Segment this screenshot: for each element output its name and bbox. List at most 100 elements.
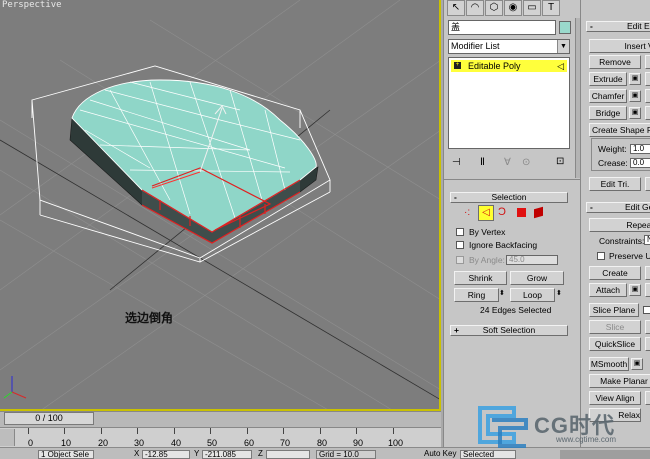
repeat-last-button[interactable]: Repeat l	[589, 218, 650, 232]
viewport-caption: 选边倒角	[125, 311, 174, 325]
hierarchy-tab-icon[interactable]: ⬡	[485, 0, 503, 16]
by-angle-label: By Angle:	[469, 255, 505, 265]
constraints-dropdown[interactable]: N	[644, 235, 650, 245]
ring-button[interactable]: Ring	[454, 288, 499, 302]
command-panel: ↖ ◠ ⬡ ◉ ▭ T 盖 Modifier List ▼ + Editable…	[443, 0, 581, 447]
grow-button[interactable]: Grow	[510, 271, 564, 285]
edit-tri-button[interactable]: Edit Tri.	[589, 177, 641, 191]
chamfer-settings-icon[interactable]: ▣	[629, 90, 641, 102]
perspective-viewport[interactable]: Perspective 选边倒角	[0, 0, 441, 411]
object-name-field[interactable]: 盖	[448, 20, 556, 35]
modify-tab-icon[interactable]: ◠	[466, 0, 484, 16]
quickslice-button[interactable]: QuickSlice	[589, 337, 641, 351]
msmooth-button[interactable]: MSmooth	[589, 357, 629, 371]
cgtime-logo	[478, 406, 528, 448]
viewport-scene	[0, 0, 439, 409]
chamfer-button[interactable]: Chamfer	[589, 89, 627, 103]
detach-button[interactable]	[645, 283, 650, 297]
by-vertex-checkbox[interactable]	[456, 228, 464, 236]
bridge-settings-icon[interactable]: ▣	[629, 107, 641, 119]
utilities-tab-icon[interactable]: T	[542, 0, 560, 16]
create-shape-button[interactable]: Create Shape Fro	[589, 123, 650, 137]
attach-settings-icon[interactable]: ▣	[629, 284, 641, 296]
collapse-icon: -	[454, 192, 457, 202]
create-button[interactable]: Create	[589, 266, 641, 280]
command-panel-right: - Edit Ed Insert Ve Remove Extrude ▣ Cha…	[580, 0, 650, 447]
split-checkbox[interactable]	[643, 306, 650, 314]
reset-plane-button[interactable]	[645, 320, 650, 334]
open-curve-editor-icon[interactable]	[0, 429, 15, 446]
vertex-level-icon[interactable]: ·:	[464, 207, 470, 218]
make-planar-button[interactable]: Make Planar	[589, 374, 650, 388]
split-button[interactable]	[645, 55, 650, 69]
ignore-backfacing-checkbox[interactable]	[456, 241, 464, 249]
constraints-label: Constraints:	[599, 236, 645, 246]
preserve-uvs-label: Preserve UV	[609, 251, 650, 261]
by-vertex-label: By Vertex	[469, 227, 506, 237]
target-weld-button[interactable]	[645, 89, 650, 103]
extrude-settings-icon[interactable]: ▣	[629, 73, 641, 85]
ignore-backfacing-label: Ignore Backfacing	[469, 240, 538, 250]
attach-button[interactable]: Attach	[589, 283, 627, 297]
shrink-button[interactable]: Shrink	[454, 271, 507, 285]
stack-item-label: Editable Poly	[468, 61, 521, 71]
expand-icon[interactable]: +	[454, 62, 461, 69]
remove-button[interactable]: Remove	[589, 55, 641, 69]
by-angle-spinner[interactable]: 45.0	[506, 255, 558, 265]
selection-status: 24 Edges Selected	[480, 305, 552, 315]
bridge-button[interactable]: Bridge	[589, 106, 627, 120]
edit-geometry-title: Edit Geor	[625, 202, 650, 212]
msmooth-settings-icon[interactable]: ▣	[631, 358, 643, 370]
edit-geometry-rollout-header[interactable]: - Edit Geor	[586, 202, 650, 213]
collapse-icon: -	[590, 202, 593, 212]
make-unique-icon[interactable]: ∀	[504, 157, 511, 168]
configure-sets-icon[interactable]: ⊡	[556, 156, 564, 167]
x-label: X	[134, 449, 140, 458]
turn-button[interactable]	[645, 177, 650, 191]
status-bar: 1 Object Sele X -12.85 Y -211.085 Z Grid…	[0, 447, 650, 459]
selection-rollout-title: Selection	[491, 192, 527, 202]
crease-spinner[interactable]: 0.0	[630, 158, 650, 168]
insert-vertex-button[interactable]: Insert Ve	[589, 39, 650, 53]
expand-icon: +	[454, 325, 459, 335]
auto-key-button[interactable]: Auto Key	[424, 450, 456, 458]
extrude-button[interactable]: Extrude	[589, 72, 627, 86]
soft-selection-rollout-header[interactable]: + Soft Selection	[450, 325, 568, 336]
viewport-label[interactable]: Perspective	[2, 0, 62, 10]
stack-toolbar: ⊣ Ⅱ ∀ ⊙ ⊡	[448, 155, 570, 171]
editable-poly-object[interactable]	[71, 79, 317, 233]
stack-item-editable-poly[interactable]: + Editable Poly ◁	[451, 60, 567, 72]
track-bar[interactable]: 0 10 20 30 40 50 60 70 80 90 100	[0, 427, 441, 448]
slice-button[interactable]: Slice	[589, 320, 641, 334]
show-end-result-icon[interactable]: Ⅱ	[480, 157, 485, 168]
polygon-level-icon[interactable]	[517, 208, 526, 217]
soft-selection-rollout-title: Soft Selection	[482, 325, 536, 335]
object-color-swatch[interactable]	[559, 21, 571, 34]
cut-button[interactable]	[645, 337, 650, 351]
weight-spinner[interactable]: 1.0	[630, 144, 650, 154]
edit-edges-rollout-header[interactable]: - Edit Ed	[586, 21, 650, 32]
edge-level-icon[interactable]: ◁	[478, 205, 494, 221]
motion-tab-icon[interactable]: ◉	[504, 0, 522, 16]
remove-modifier-icon[interactable]: ⊙	[522, 157, 530, 168]
slice-plane-button[interactable]: Slice Plane	[589, 303, 639, 317]
border-level-icon[interactable]: Ɔ	[498, 206, 506, 218]
watermark-url: www.cgtime.com	[556, 435, 617, 444]
collapse-button[interactable]	[645, 266, 650, 280]
time-slider[interactable]: 0 / 100	[4, 412, 94, 425]
ring-spinner-icon[interactable]: ⬍	[499, 289, 505, 299]
by-angle-checkbox[interactable]	[456, 256, 464, 264]
modifier-list-dropdown[interactable]: Modifier List ▼	[448, 39, 570, 54]
preserve-uvs-checkbox[interactable]	[597, 252, 605, 260]
create-tab-icon[interactable]: ↖	[447, 0, 465, 16]
display-tab-icon[interactable]: ▭	[523, 0, 541, 16]
pin-stack-icon[interactable]: ⊣	[452, 157, 461, 168]
connect-button[interactable]	[645, 106, 650, 120]
weld-button[interactable]	[645, 72, 650, 86]
element-level-icon[interactable]	[534, 206, 543, 219]
selection-rollout-header[interactable]: - Selection	[450, 192, 568, 203]
loop-spinner-icon[interactable]: ⬍	[556, 289, 562, 299]
crease-label: Crease:	[598, 158, 628, 168]
loop-button[interactable]: Loop	[510, 288, 555, 302]
chevron-down-icon[interactable]: ▼	[557, 40, 569, 53]
